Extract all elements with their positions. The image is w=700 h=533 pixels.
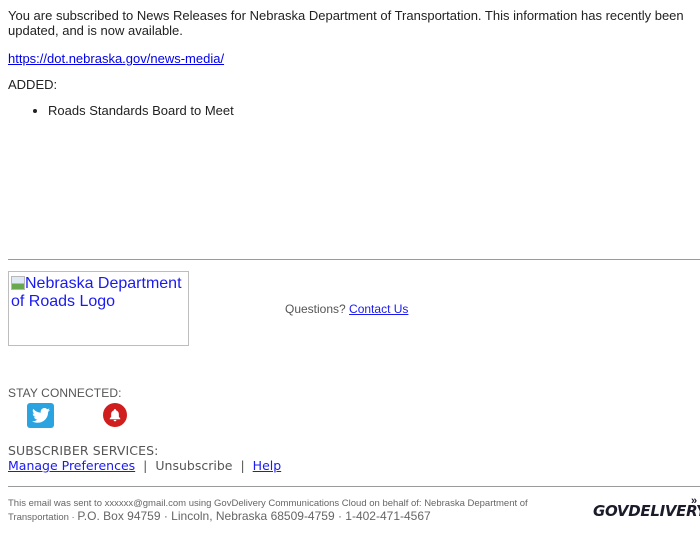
unsubscribe-link[interactable]: Unsubscribe (155, 458, 232, 473)
intro-text: You are subscribed to News Releases for … (8, 8, 684, 38)
stay-connected-heading: STAY CONNECTED: (8, 386, 122, 400)
added-list: Roads Standards Board to Meet (8, 103, 234, 118)
news-media-link[interactable]: https://dot.nebraska.gov/news-media/ (8, 51, 224, 66)
broken-image-icon (11, 274, 25, 290)
logo-alt-text: Nebraska Department of Roads Logo (11, 274, 182, 310)
subscriber-links: Manage Preferences | Unsubscribe | Help (8, 459, 281, 473)
subscriber-services-heading: SUBSCRIBER SERVICES: (8, 443, 159, 458)
questions-line: Questions? Contact Us (285, 302, 408, 316)
manage-preferences-link[interactable]: Manage Preferences (8, 458, 135, 473)
govdelivery-logo: GOVDELIVERY (593, 502, 700, 520)
list-item: Roads Standards Board to Meet (48, 103, 234, 118)
alerts-button[interactable] (103, 403, 127, 427)
logo-image: Nebraska Department of Roads Logo (8, 271, 189, 346)
legal-footer: This email was sent to xxxxxx@gmail.com … (8, 497, 568, 524)
bell-icon (109, 409, 121, 422)
postal-address: P.O. Box 94759 · Lincoln, Nebraska 68509… (77, 509, 431, 523)
added-label: ADDED: (8, 77, 58, 92)
twitter-button[interactable] (27, 403, 54, 428)
separator: | (240, 458, 245, 473)
questions-label: Questions? (285, 302, 346, 316)
separator: | (143, 458, 148, 473)
govdelivery-arrow-icon: » (691, 495, 698, 507)
twitter-icon (31, 408, 50, 423)
help-link[interactable]: Help (253, 458, 282, 473)
contact-us-link[interactable]: Contact Us (349, 302, 408, 316)
legal-line-1: This email was sent to xxxxxx@gmail.com … (8, 498, 528, 509)
divider (8, 259, 700, 260)
legal-line-2-prefix: Transportation · (8, 512, 78, 523)
divider (8, 486, 700, 487)
